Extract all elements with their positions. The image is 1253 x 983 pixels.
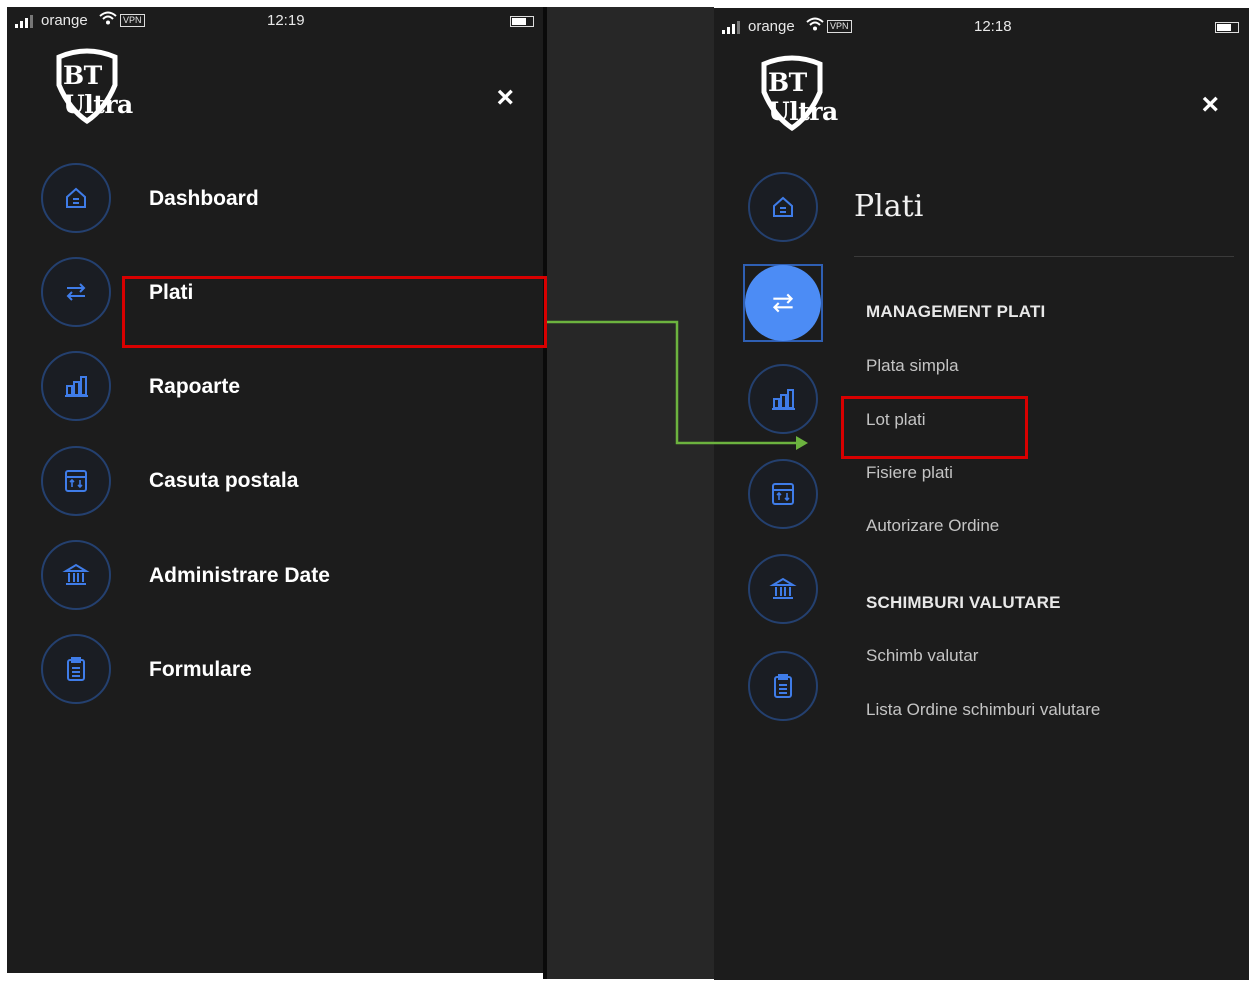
transfer-icon-active[interactable] — [745, 265, 821, 341]
clock: 12:19 — [267, 12, 305, 29]
battery-icon — [510, 16, 534, 27]
signal-icon — [722, 20, 744, 34]
menu-item-casuta-postala[interactable]: Casuta postala — [149, 469, 298, 493]
clipboard-icon[interactable] — [41, 634, 111, 704]
chart-icon[interactable] — [41, 351, 111, 421]
vpn-badge: VPN — [827, 20, 852, 33]
home-icon[interactable] — [41, 163, 111, 233]
close-icon[interactable]: × — [496, 81, 514, 115]
menu-item-rapoarte[interactable]: Rapoarte — [149, 375, 240, 399]
vpn-badge: VPN — [120, 14, 145, 27]
submenu-item-plata-simpla[interactable]: Plata simpla — [866, 356, 959, 376]
signal-icon — [15, 14, 37, 28]
gap-panel — [544, 7, 714, 979]
bank-icon[interactable] — [748, 554, 818, 624]
logo-text: BT Ultra — [63, 61, 133, 119]
submenu-title: Plati — [854, 189, 924, 224]
status-bar: orange VPN 12:19 — [15, 11, 534, 33]
submenu-item-lista-ordine[interactable]: Lista Ordine schimburi valutare — [866, 700, 1100, 720]
home-icon[interactable] — [748, 172, 818, 242]
wifi-icon — [806, 17, 824, 35]
menu-item-administrare-date[interactable]: Administrare Date — [149, 564, 330, 588]
submenu-item-autorizare-ordine[interactable]: Autorizare Ordine — [866, 516, 999, 536]
transfer-icon[interactable] — [41, 257, 111, 327]
chart-icon[interactable] — [748, 364, 818, 434]
logo-text: BT Ultra — [768, 68, 838, 126]
submenu-item-schimb-valutar[interactable]: Schimb valutar — [866, 646, 978, 666]
status-bar: orange VPN 12:18 — [722, 17, 1239, 39]
submenu-item-fisiere-plati[interactable]: Fisiere plati — [866, 463, 953, 483]
section-management-plati: MANAGEMENT PLATI — [866, 302, 1046, 321]
submenu-item-lot-plati[interactable]: Lot plati — [866, 410, 926, 430]
right-phone-screen: orange VPN 12:18 BT Ultra × Plati MANAGE… — [714, 8, 1249, 980]
clipboard-icon[interactable] — [748, 651, 818, 721]
wifi-icon — [99, 11, 117, 29]
mailbox-icon[interactable] — [748, 459, 818, 529]
title-divider — [854, 256, 1234, 257]
divider — [543, 7, 547, 979]
carrier-label: orange — [41, 12, 88, 29]
menu-item-dashboard[interactable]: Dashboard — [149, 187, 259, 211]
bt-ultra-logo: BT Ultra — [752, 54, 882, 144]
battery-icon — [1215, 22, 1239, 33]
clock: 12:18 — [974, 18, 1012, 35]
bt-ultra-logo: BT Ultra — [47, 47, 177, 137]
carrier-label: orange — [748, 18, 795, 35]
mailbox-icon[interactable] — [41, 446, 111, 516]
section-schimburi-valutare: SCHIMBURI VALUTARE — [866, 593, 1061, 612]
close-icon[interactable]: × — [1201, 88, 1219, 122]
left-phone-screen: orange VPN 12:19 BT Ultra × Dashboard Pl… — [7, 7, 544, 973]
menu-item-formulare[interactable]: Formulare — [149, 658, 252, 682]
menu-item-plati[interactable]: Plati — [149, 281, 193, 305]
bank-icon[interactable] — [41, 540, 111, 610]
